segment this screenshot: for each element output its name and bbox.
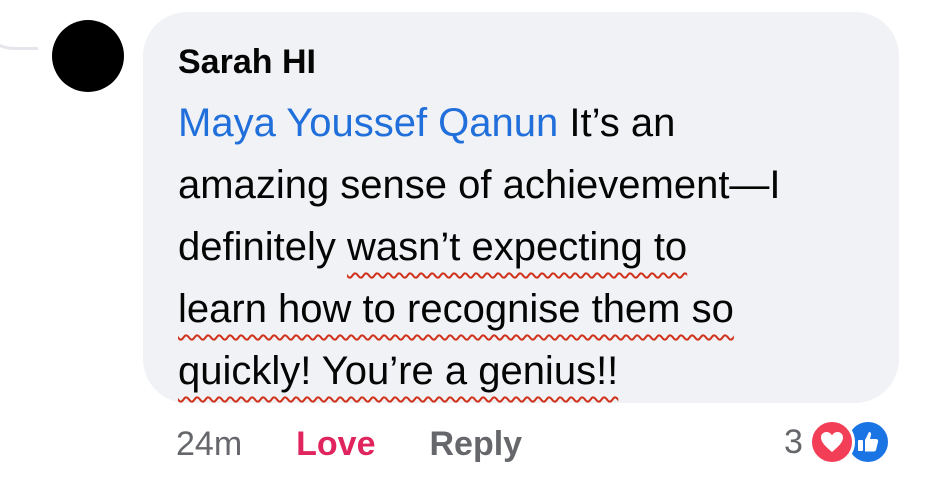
underlined-text-1: wasn’t expecting to — [346, 225, 688, 269]
reply-button[interactable]: Reply — [430, 424, 523, 464]
heart-icon — [808, 419, 855, 465]
underlined-text-3: quickly! You’re a genius!! — [178, 349, 619, 393]
comment-text-1: It’s an — [558, 101, 676, 145]
comment-line-3: definitely wasn’t expecting to — [178, 216, 858, 278]
comment-bubble: Sarah HI Maya Youssef Qanun It’s an amaz… — [143, 12, 899, 403]
avatar[interactable] — [52, 20, 124, 92]
comment-actions: 24m Love Reply — [176, 420, 522, 468]
thread-connector-line — [0, 0, 38, 50]
comment-author[interactable]: Sarah HI — [178, 42, 316, 82]
comment-text-3a: definitely — [178, 225, 347, 269]
reaction-count: 3 — [784, 423, 803, 461]
comment-body: Maya Youssef Qanun It’s an amazing sense… — [178, 92, 858, 402]
comment-line-5: quickly! You’re a genius!! — [178, 340, 858, 402]
timestamp[interactable]: 24m — [176, 424, 242, 464]
reactions-summary[interactable]: 3 — [784, 418, 891, 466]
mention-link[interactable]: Maya Youssef Qanun — [178, 101, 558, 145]
comment-line-1: Maya Youssef Qanun It’s an — [178, 92, 858, 154]
love-button[interactable]: Love — [296, 424, 375, 464]
comment-view: Sarah HI Maya Youssef Qanun It’s an amaz… — [0, 0, 945, 488]
comment-line-2: amazing sense of achievement—I — [178, 163, 781, 207]
underlined-text-2: learn how to recognise them so — [178, 287, 734, 331]
comment-line-4: learn how to recognise them so — [178, 278, 858, 340]
